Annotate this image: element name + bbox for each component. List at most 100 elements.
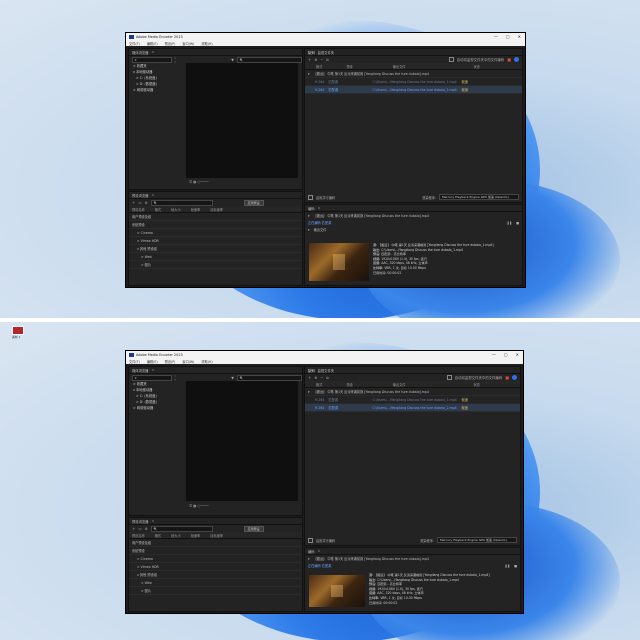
zoom-slider[interactable]: ○──── [197, 504, 208, 508]
expand-icon[interactable]: ▾ [308, 228, 310, 232]
preset-item[interactable]: > Vimeo HDR [129, 563, 302, 571]
preset-search-input[interactable]: 🔍 [150, 525, 213, 532]
tab-queue[interactable]: 队列 [308, 50, 315, 55]
tab-queue[interactable]: 队列 [308, 368, 315, 373]
stop-icon[interactable]: ■ [505, 375, 509, 380]
close-button[interactable]: ✕ [516, 352, 519, 357]
close-button[interactable]: ✕ [518, 34, 521, 39]
minimize-button[interactable]: — [492, 352, 496, 357]
menu-window[interactable]: 窗口(W) [182, 41, 194, 46]
preset-item[interactable]: 用户预设及组 [129, 213, 302, 221]
settings-icon[interactable]: ⚙ [145, 201, 148, 205]
add-source-icon[interactable]: ＋ [308, 57, 311, 62]
start-queue-button[interactable] [514, 57, 519, 62]
col-frame-rate[interactable]: 帧速率 [191, 533, 201, 538]
tab-watch-folders[interactable]: 监视文件夹 [318, 368, 334, 373]
tab-watch-folders[interactable]: 监视文件夹 [318, 50, 334, 55]
tree-item-network[interactable]: > 网络驱动器 [133, 405, 183, 411]
col-target-rate[interactable]: 目标速率 [210, 533, 223, 538]
preset-item[interactable]: > 图片 [129, 587, 302, 595]
thumb-view-icon[interactable]: ▦ [193, 504, 196, 508]
expand-icon[interactable]: ▾ [308, 214, 310, 218]
folder-icon[interactable]: ▭ [138, 527, 141, 531]
settings-icon[interactable]: ⚙ [314, 58, 317, 62]
col-target-rate[interactable]: 目标速率 [210, 207, 223, 212]
expand-icon[interactable]: ▾ [308, 390, 310, 394]
minimize-button[interactable]: — [494, 34, 498, 39]
menu-edit[interactable]: 编辑(E) [147, 359, 158, 364]
auto-encode-checkbox[interactable] [446, 375, 452, 380]
pause-icon[interactable]: ❚❚ [507, 221, 512, 225]
preset-browser-tab[interactable]: 预设浏览器 ≡ [129, 518, 302, 525]
search-input[interactable]: 🔍 [236, 56, 303, 63]
renderer-select[interactable]: Mercury Playback Engine GPU 加速 (OpenCL) [437, 537, 517, 543]
media-browser-tab[interactable]: 媒体浏览器 ≡ [129, 49, 302, 56]
close-icon[interactable]: ≡ [151, 50, 154, 54]
filter-icon[interactable]: ▼ [231, 58, 234, 62]
menu-icon[interactable]: ≡ [318, 206, 321, 210]
menu-icon[interactable]: ≡ [151, 519, 154, 523]
queue-item-output[interactable]: H.264 匹配源 C:\Users\...\Yangliang Discuss… [305, 396, 520, 404]
col-format[interactable]: 格式 [316, 382, 322, 387]
zoom-slider[interactable]: ○──── [197, 180, 208, 184]
tree-item-network[interactable]: > 网络驱动器 [133, 87, 183, 93]
output-format[interactable]: H.264 [315, 406, 324, 410]
apply-preset-button[interactable]: 应用预设 [243, 199, 264, 206]
menu-window[interactable]: 窗口(W) [182, 359, 194, 364]
location-select[interactable]: ▾ [132, 374, 172, 381]
add-preset-icon[interactable]: ＋ [132, 200, 135, 205]
duplicate-icon[interactable]: ⧉ [326, 58, 328, 62]
maximize-button[interactable]: ▢ [504, 352, 508, 357]
output-format[interactable]: H.264 [315, 398, 324, 402]
output-preset[interactable]: 匹配源 [328, 79, 368, 84]
menu-preset[interactable]: 预设(P) [165, 359, 176, 364]
maximize-button[interactable]: ▢ [506, 34, 510, 39]
col-frame-rate[interactable]: 帧速率 [191, 207, 201, 212]
duplicate-icon[interactable]: ⧉ [326, 376, 328, 380]
preset-item[interactable]: 系统预设 [129, 221, 302, 229]
preset-item[interactable]: 用户预设及组 [129, 539, 302, 547]
menu-icon[interactable]: ≡ [151, 193, 154, 197]
preset-item[interactable]: > Cinema [129, 229, 302, 237]
output-preset[interactable]: 匹配源 [328, 405, 368, 410]
preset-item[interactable]: v 其他 预设组 [129, 571, 302, 579]
location-select[interactable]: ▾ [132, 56, 172, 63]
output-format[interactable]: H.264 [315, 80, 324, 84]
output-path[interactable]: C:\Users\...\Yangliang Discuss the ture … [372, 88, 457, 92]
parallel-checkbox[interactable] [308, 194, 313, 200]
thumb-view-icon[interactable]: ▦ [193, 180, 196, 184]
col-preset-name[interactable]: 预设名称 [132, 207, 145, 212]
encoding-tab[interactable]: 编码 ≡ [305, 548, 520, 555]
output-path[interactable]: C:\Users\...\Yangliang Discuss the ture … [372, 80, 457, 84]
remove-icon[interactable]: − [320, 58, 323, 62]
auto-encode-checkbox[interactable] [448, 57, 454, 62]
renderer-select[interactable]: Mercury Playback Engine GPU 加速 (OpenCL) [439, 194, 519, 200]
menu-icon[interactable]: ≡ [151, 368, 154, 372]
preset-item[interactable]: > Web [129, 253, 302, 261]
col-preset[interactable]: 预设 [346, 64, 352, 69]
add-source-icon[interactable]: ＋ [308, 375, 311, 380]
col-preset-name[interactable]: 预设名称 [132, 533, 145, 538]
preset-item[interactable]: > 图片 [129, 261, 302, 269]
pause-icon[interactable]: ❚❚ [505, 564, 510, 568]
apply-preset-button[interactable]: 应用预设 [243, 525, 264, 532]
expand-icon[interactable]: ▾ [308, 72, 310, 76]
parallel-checkbox[interactable] [308, 537, 313, 543]
preset-item[interactable]: v 其他 预设组 [129, 245, 302, 253]
preset-item[interactable]: > Cinema [129, 555, 302, 563]
menu-file[interactable]: 文件(F) [129, 41, 140, 46]
col-format[interactable]: 格式 [155, 533, 161, 538]
queue-item-output[interactable]: H.264 匹配源 C:\Users\...\Yangliang Discuss… [305, 404, 520, 412]
stop-icon[interactable]: ■ [507, 57, 511, 62]
menu-preset[interactable]: 预设(P) [165, 41, 176, 46]
col-preset[interactable]: 预设 [346, 382, 352, 387]
filter-icon[interactable]: ▼ [231, 376, 234, 380]
encoding-tab[interactable]: 编码 ≡ [305, 205, 522, 212]
list-view-icon[interactable]: ☰ [189, 180, 192, 184]
output-preset[interactable]: 匹配源 [328, 87, 368, 92]
queue-item-output[interactable]: H.264 匹配源 C:\Users\...\Yangliang Discuss… [305, 86, 522, 94]
menu-icon[interactable]: ≡ [318, 549, 321, 553]
stop-encode-icon[interactable]: ■ [514, 564, 517, 568]
col-format[interactable]: 格式 [316, 64, 322, 69]
expand-icon[interactable]: ▾ [308, 557, 310, 561]
